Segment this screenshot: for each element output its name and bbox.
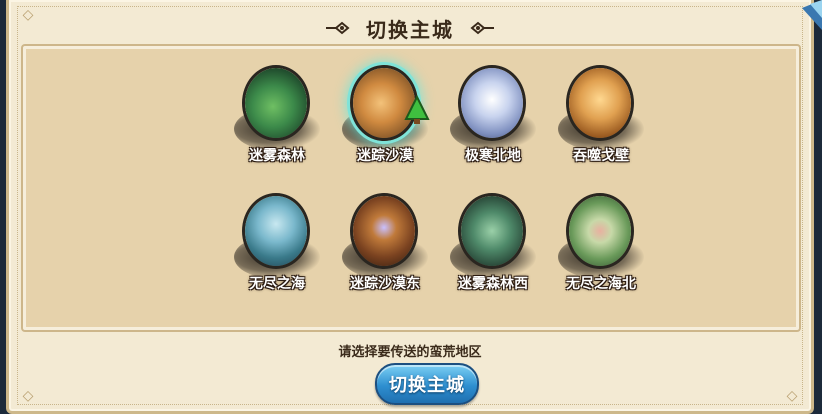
corner-ornament-icon: ◇ — [22, 388, 34, 404]
close-corner-icon[interactable] — [796, 0, 822, 36]
dialog-title: 切换主城 — [366, 17, 454, 42]
forest-ruins-icon — [458, 193, 526, 269]
city-item[interactable]: 迷雾森林西 — [440, 191, 546, 319]
city-name: 迷踪沙漠 — [357, 148, 413, 164]
city-grid: 迷雾森林 迷踪沙漠 极寒北地 吞噬戈壁 无尽之海 迷踪沙漠东 迷雾森林西 无尽之… — [224, 63, 654, 319]
city-item[interactable]: 极寒北地 — [440, 63, 546, 191]
city-name: 迷雾森林西 — [458, 276, 528, 292]
city-name: 迷踪沙漠东 — [350, 276, 420, 292]
city-name: 吞噬戈壁 — [573, 148, 629, 164]
title-ornament-right-icon — [468, 21, 496, 35]
switch-city-button[interactable]: 切换主城 — [375, 363, 479, 405]
switch-city-dialog: ◇ ◇ ◇ 切换主城 迷雾森林 迷踪沙漠 极寒北地 吞噬戈壁 无尽之海 迷踪沙漠… — [6, 0, 814, 414]
endless-sea-icon — [242, 193, 310, 269]
desert-cave-icon — [350, 193, 418, 269]
corner-ornament-icon: ◇ — [786, 388, 798, 404]
sea-altar-icon — [566, 193, 634, 269]
forest-mist-icon — [242, 65, 310, 141]
city-panel: 迷雾森林 迷踪沙漠 极寒北地 吞噬戈壁 无尽之海 迷踪沙漠东 迷雾森林西 无尽之… — [23, 46, 799, 330]
title-ornament-left-icon — [324, 21, 352, 35]
title-bar: 切换主城 — [9, 10, 811, 46]
city-item[interactable]: 迷雾森林 — [224, 63, 330, 191]
gobi-palace-icon — [566, 65, 634, 141]
frozen-north-icon — [458, 65, 526, 141]
city-item[interactable]: 吞噬戈壁 — [548, 63, 654, 191]
city-item[interactable]: 无尽之海 — [224, 191, 330, 319]
city-item-selected[interactable]: 迷踪沙漠 — [332, 63, 438, 191]
hint-text: 请选择要传送的蛮荒地区 — [338, 345, 482, 360]
city-item[interactable]: 迷踪沙漠东 — [332, 191, 438, 319]
city-name: 无尽之海 — [249, 276, 305, 292]
city-name: 极寒北地 — [465, 148, 521, 164]
city-item[interactable]: 无尽之海北 — [548, 191, 654, 319]
city-name: 迷雾森林 — [249, 148, 305, 164]
city-name: 无尽之海北 — [566, 276, 636, 292]
tree-marker-icon — [404, 95, 430, 124]
